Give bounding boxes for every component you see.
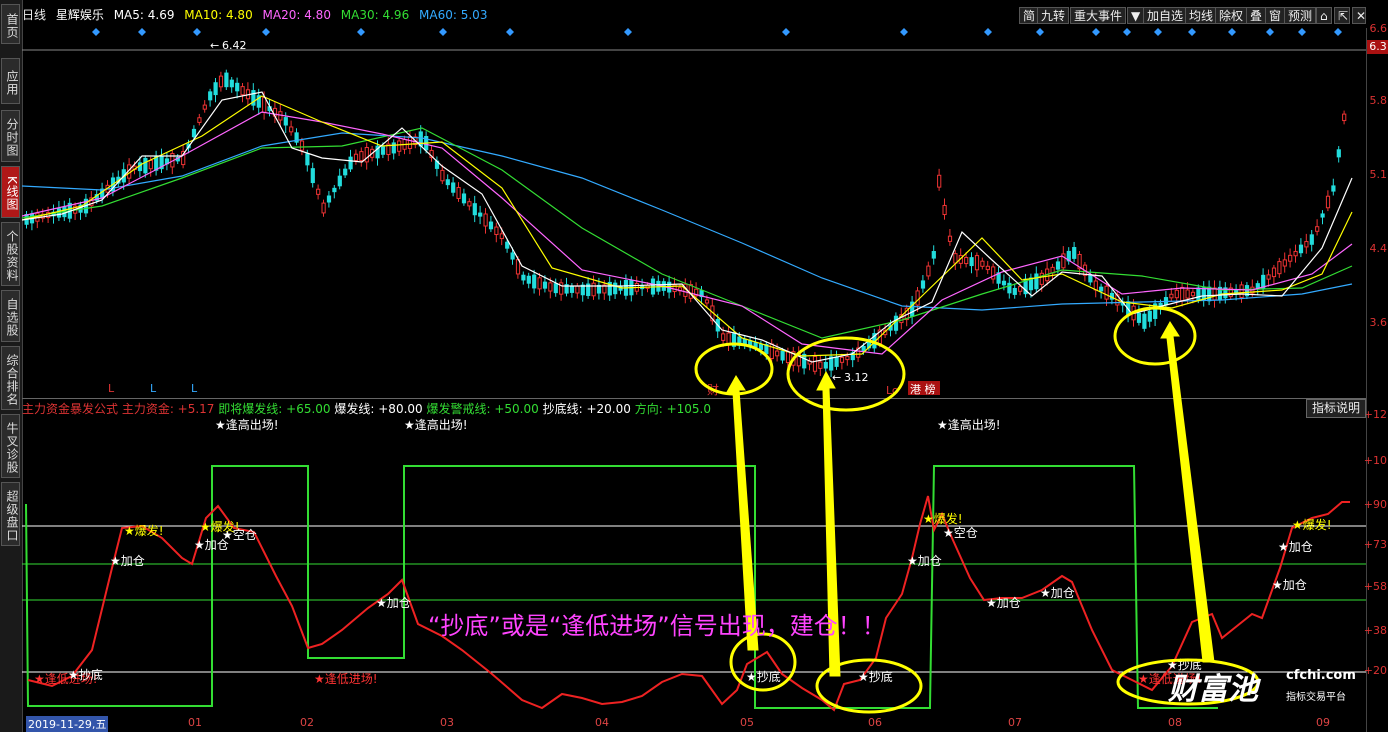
month-label: 03 [440, 716, 454, 729]
month-label: 08 [1168, 716, 1182, 729]
month-label: 05 [740, 716, 754, 729]
month-label: 06 [868, 716, 882, 729]
watermark-brand: 财富池 [1168, 672, 1258, 707]
overlay-caption: “抄底”或是“逢低进场”信号出现，建仓！！ [428, 612, 886, 640]
month-label: 07 [1008, 716, 1022, 729]
month-label: 01 [188, 716, 202, 729]
watermark-url: cfchi.com [1286, 668, 1356, 683]
watermark-sub: 指标交易平台 [1286, 692, 1346, 703]
month-label: 04 [595, 716, 609, 729]
month-label: 02 [300, 716, 314, 729]
watermark: 财富池 cfchi.com 指标交易平台 [1168, 664, 1356, 708]
current-date: 2019-11-29,五 [26, 716, 109, 732]
month-label: 09 [1316, 716, 1330, 729]
